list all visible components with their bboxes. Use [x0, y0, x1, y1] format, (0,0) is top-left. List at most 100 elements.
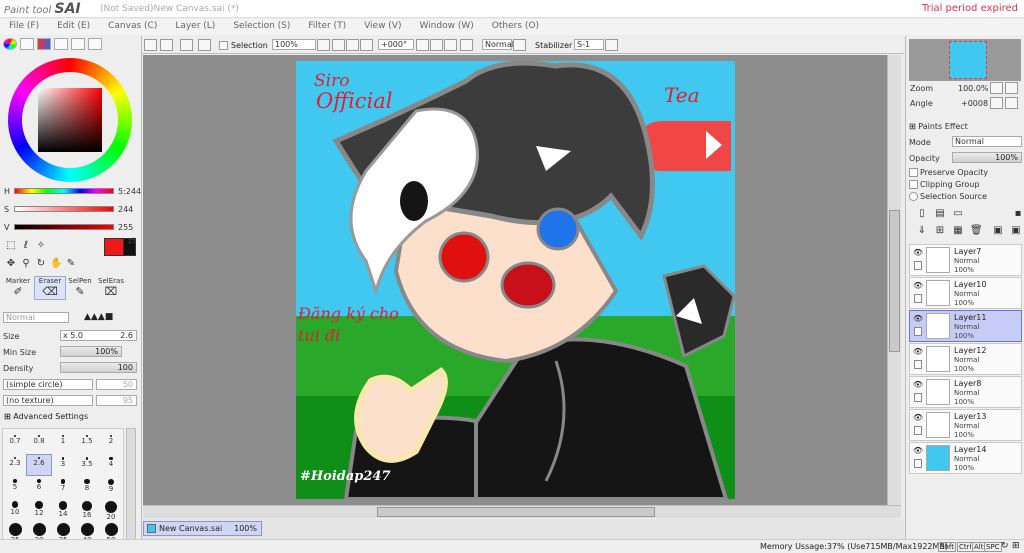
lock-toggle[interactable]: [914, 360, 922, 369]
rotate-left-button[interactable]: [430, 39, 443, 51]
undo-button[interactable]: [144, 39, 157, 51]
layer-row[interactable]: 👁 Layer12 Normal 100%: [909, 343, 1022, 375]
eye-icon[interactable]: 👁: [912, 248, 924, 257]
lasso-icon[interactable]: ℓ: [20, 240, 32, 252]
merge-down-icon[interactable]: ⊞: [934, 225, 946, 237]
new-folder-icon[interactable]: ▭: [952, 208, 964, 220]
brush-size-cell[interactable]: 1.5: [75, 433, 99, 453]
layer-panel-menu-icon[interactable]: ▪: [1012, 208, 1024, 220]
reset-rotation-button[interactable]: [460, 39, 473, 51]
hsv-slider-tab-icon[interactable]: [37, 38, 51, 50]
preserve-opacity-checkbox[interactable]: [909, 168, 918, 177]
nav-rotate-right-button[interactable]: [1005, 97, 1018, 109]
brush-size-cell[interactable]: 12: [27, 499, 51, 519]
tool-eraser[interactable]: Eraser ⌫: [34, 276, 66, 300]
eye-icon[interactable]: 👁: [912, 413, 924, 422]
brush-size-cell[interactable]: 30: [27, 521, 51, 544]
menu-file[interactable]: File (F): [0, 19, 48, 35]
magic-wand-icon[interactable]: ✧: [35, 240, 47, 252]
eyedropper-icon[interactable]: ✎: [65, 258, 77, 270]
brush-size-cell[interactable]: 7: [51, 477, 75, 497]
angle-dropdown[interactable]: [416, 39, 429, 51]
zoom-reset-button[interactable]: [360, 39, 373, 51]
angle-select[interactable]: +000°: [378, 39, 414, 50]
rotate-icon[interactable]: ↻: [35, 258, 47, 270]
menu-canvas[interactable]: Canvas (C): [99, 19, 166, 35]
paints-effect-header[interactable]: ⊞ Paints Effect: [909, 122, 968, 131]
horizontal-scrollbar[interactable]: [143, 505, 901, 518]
texture-select[interactable]: (no texture): [3, 395, 93, 406]
selection-checkbox[interactable]: [219, 41, 228, 50]
brush-size-cell[interactable]: 3.5: [75, 455, 99, 475]
layer-row[interactable]: 👁 Layer14 Normal 100%: [909, 442, 1022, 474]
menu-filter[interactable]: Filter (T): [299, 19, 355, 35]
clipping-group-checkbox[interactable]: [909, 180, 918, 189]
brush-size-cell[interactable]: 14: [51, 499, 75, 519]
lock-toggle[interactable]: [914, 294, 922, 303]
brush-size-cell[interactable]: 2.6: [26, 454, 52, 476]
brush-size-cell[interactable]: 25: [3, 521, 27, 544]
zoom-select[interactable]: 100%: [272, 39, 316, 50]
menu-view[interactable]: View (V): [355, 19, 410, 35]
hue-slider[interactable]: [14, 188, 114, 194]
deselect-button[interactable]: [180, 39, 193, 51]
menu-window[interactable]: Window (W): [410, 19, 482, 35]
size-field[interactable]: x 5.0 2.6: [60, 330, 137, 341]
rgb-slider-tab-icon[interactable]: [20, 38, 34, 50]
lock-toggle[interactable]: [914, 393, 922, 402]
eye-icon[interactable]: 👁: [912, 446, 924, 455]
brush-size-cell[interactable]: 3: [51, 455, 75, 475]
layer-extra-icon[interactable]: ▣: [992, 225, 1004, 237]
eye-icon[interactable]: 👁: [912, 281, 924, 290]
layer-mode-select[interactable]: Normal: [952, 136, 1022, 147]
zoom-in-button[interactable]: [346, 39, 359, 51]
layer-row[interactable]: 👁 Layer13 Normal 100%: [909, 409, 1022, 441]
eye-icon[interactable]: 👁: [912, 347, 924, 356]
min-size-slider[interactable]: 100%: [60, 346, 122, 357]
new-linework-layer-icon[interactable]: ▤: [934, 208, 946, 220]
rotate-right-button[interactable]: [444, 39, 457, 51]
lock-toggle[interactable]: [914, 459, 922, 468]
artwork-canvas[interactable]: Siro Official Tea Đăng ký cho tui đi #Ho…: [296, 61, 735, 499]
brush-size-cell[interactable]: 50: [99, 521, 123, 544]
advanced-settings-toggle[interactable]: ⊞ Advanced Settings: [4, 412, 88, 421]
layer-row[interactable]: 👁 Layer10 Normal 100%: [909, 277, 1022, 309]
brush-size-cell[interactable]: 20: [99, 499, 123, 521]
navigator-preview[interactable]: [909, 39, 1021, 81]
brush-size-cell[interactable]: 0.7: [3, 433, 27, 453]
brush-size-cell[interactable]: 8: [75, 477, 99, 497]
flip-button[interactable]: [513, 39, 526, 51]
brush-grid-scrollbar[interactable]: [126, 428, 136, 553]
user-swatch-tab-icon[interactable]: [88, 38, 102, 50]
tool-selpen[interactable]: SelPen ✎: [64, 276, 96, 300]
nav-zoom-in-button[interactable]: [1005, 82, 1018, 94]
layer-row[interactable]: 👁 Layer8 Normal 100%: [909, 376, 1022, 408]
zoom-dropdown[interactable]: [317, 39, 330, 51]
swap-colors-icon[interactable]: ⇄: [126, 236, 138, 248]
view-mode-select[interactable]: Normal: [482, 39, 514, 50]
layer-opacity-slider[interactable]: 100%: [952, 152, 1022, 163]
brush-size-cell[interactable]: 9: [99, 477, 123, 497]
redo-button[interactable]: [160, 39, 173, 51]
clear-layer-icon[interactable]: ▦: [952, 225, 964, 237]
move-icon[interactable]: ✥: [5, 258, 17, 270]
value-slider[interactable]: [14, 224, 114, 230]
menu-selection[interactable]: Selection (S): [224, 19, 299, 35]
layer-row[interactable]: 👁 Layer11 Normal 100%: [909, 310, 1022, 342]
menu-others[interactable]: Others (O): [483, 19, 548, 35]
zoom-icon[interactable]: ⚲: [20, 258, 32, 270]
primary-color-swatch[interactable]: [104, 238, 124, 256]
brush-size-cell[interactable]: 5: [3, 477, 27, 497]
density-slider[interactable]: 100: [60, 362, 137, 373]
saturation-value-square[interactable]: [38, 88, 102, 152]
brush-shape-icons[interactable]: ▲▲▲■: [84, 312, 138, 323]
menu-edit[interactable]: Edit (E): [48, 19, 99, 35]
layer-row[interactable]: 👁 Layer7 Normal 100%: [909, 244, 1022, 276]
vertical-scrollbar[interactable]: [887, 55, 901, 505]
brush-size-cell[interactable]: 16: [75, 499, 99, 519]
nav-rotate-left-button[interactable]: [990, 97, 1003, 109]
delete-layer-icon[interactable]: 🗑: [970, 225, 983, 237]
eye-icon[interactable]: 👁: [912, 380, 924, 389]
scratch-pad-tab-icon[interactable]: [71, 38, 85, 50]
brush-size-cell[interactable]: 40: [75, 521, 99, 544]
